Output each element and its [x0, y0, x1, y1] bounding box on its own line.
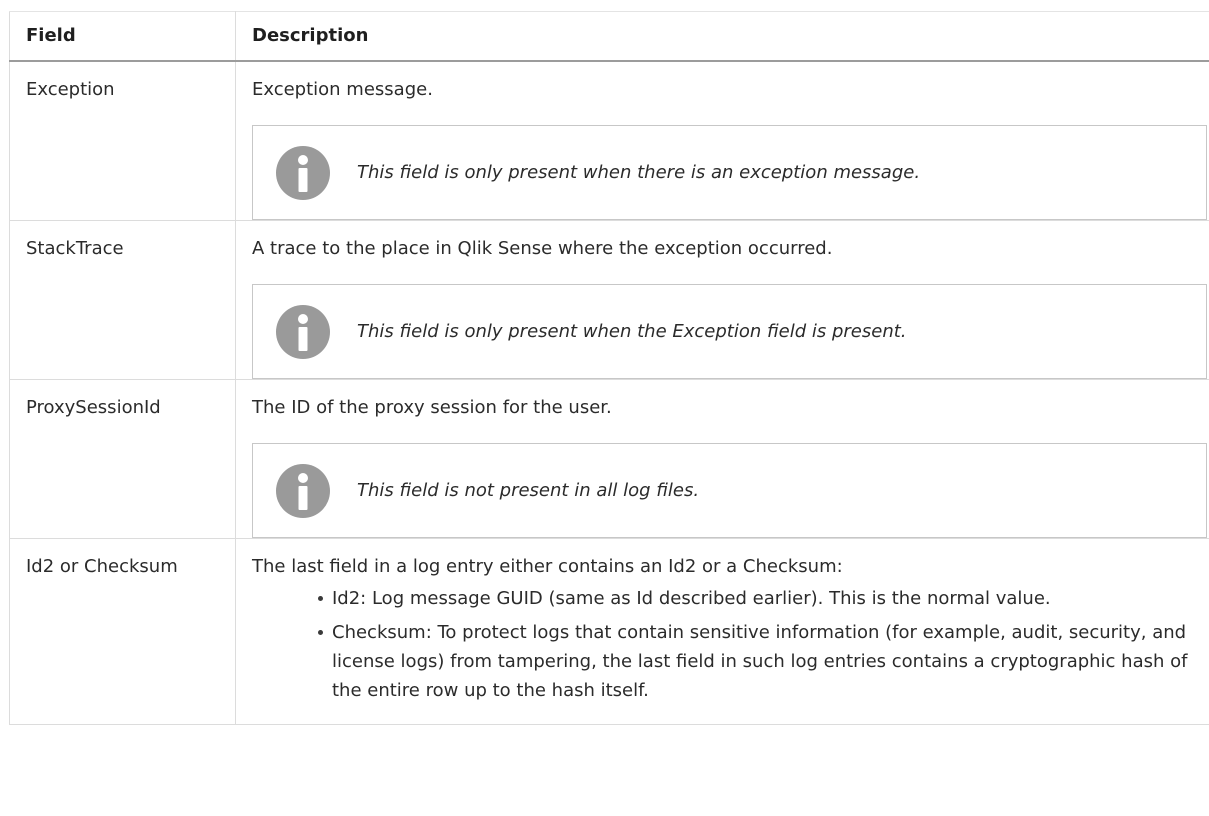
table-row: Exception Exception message. This field …	[9, 60, 1209, 221]
list-item: Checksum: To protect logs that contain s…	[318, 618, 1203, 705]
description-cell: Exception message. This field is only pr…	[235, 60, 1209, 221]
description-cell: A trace to the place in Qlik Sense where…	[235, 220, 1209, 380]
field-name: Id2 or Checksum	[9, 538, 236, 725]
list-item: Id2: Log message GUID (same as Id descri…	[318, 584, 1203, 613]
field-name: ProxySessionId	[9, 379, 236, 539]
bullet-list: Id2: Log message GUID (same as Id descri…	[252, 584, 1203, 705]
table-row: Id2 or Checksum The last field in a log …	[9, 538, 1209, 725]
note-text: This field is not present in all log fil…	[357, 479, 700, 501]
description-cell: The last field in a log entry either con…	[235, 538, 1209, 725]
header-field: Field	[9, 11, 236, 62]
fields-table: Field Description Exception Exception me…	[9, 11, 1209, 725]
bullet-text: Id2: Log message GUID (same as Id descri…	[332, 588, 1051, 609]
info-icon	[276, 463, 330, 518]
note-box: This field is only present when there is…	[252, 125, 1207, 220]
note-text: This field is only present when the Exce…	[357, 320, 907, 342]
note-box: This field is not present in all log fil…	[252, 443, 1207, 538]
description-text: A trace to the place in Qlik Sense where…	[252, 238, 833, 259]
note-box: This field is only present when the Exce…	[252, 284, 1207, 379]
description-text: Exception message.	[252, 79, 433, 100]
table-row: ProxySessionId The ID of the proxy sessi…	[9, 379, 1209, 539]
info-icon	[276, 145, 330, 200]
description-text: The ID of the proxy session for the user…	[252, 397, 612, 418]
note-text: This field is only present when there is…	[357, 161, 921, 183]
description-cell: The ID of the proxy session for the user…	[235, 379, 1209, 539]
table-row: StackTrace A trace to the place in Qlik …	[9, 220, 1209, 380]
bullet-text: Checksum: To protect logs that contain s…	[332, 622, 1188, 701]
info-icon	[276, 304, 330, 359]
description-text: The last field in a log entry either con…	[252, 556, 843, 577]
table-header-row: Field Description	[9, 11, 1209, 62]
field-name: StackTrace	[9, 220, 236, 380]
header-description: Description	[235, 11, 1209, 62]
field-name: Exception	[9, 60, 236, 221]
